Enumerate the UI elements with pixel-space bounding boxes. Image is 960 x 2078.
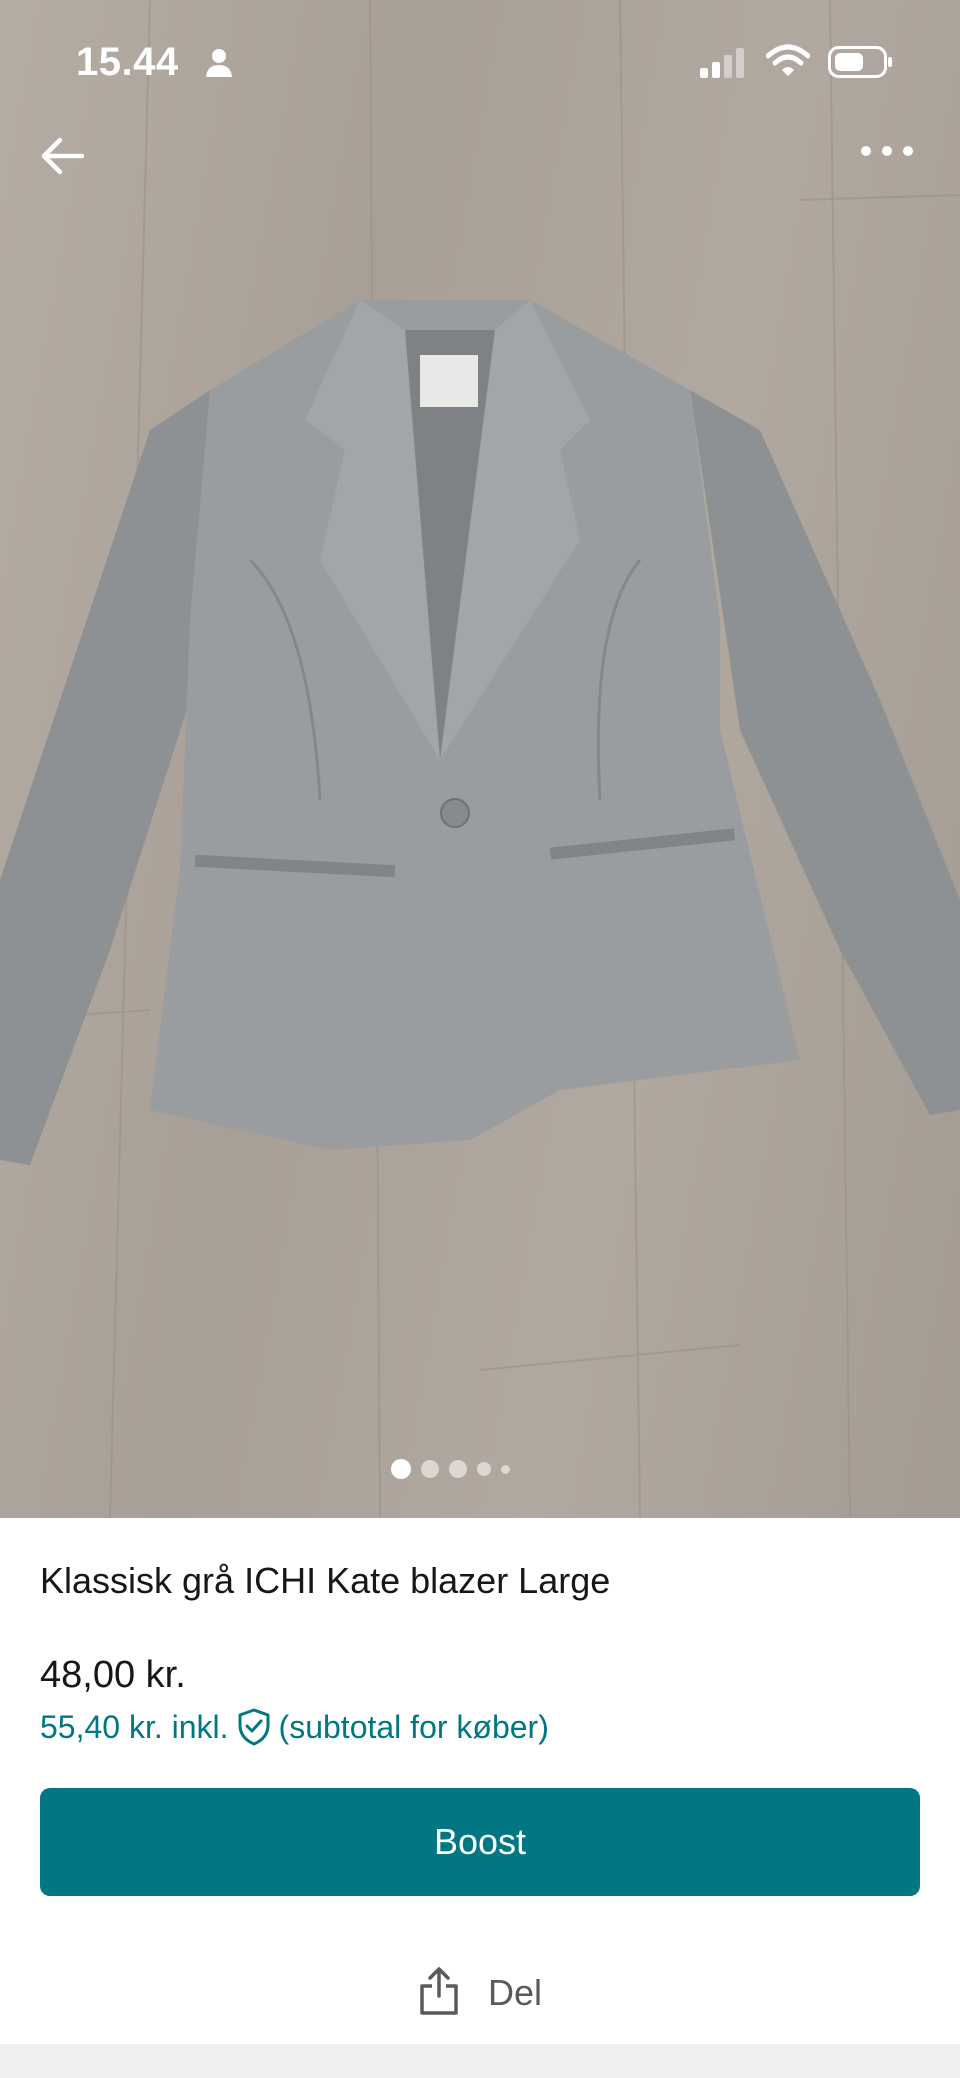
price-incl-protection[interactable]: 55,40 kr. inkl. (subtotal for køber) (40, 1708, 549, 1746)
item-title: Klassisk grå ICHI Kate blazer Large (40, 1560, 611, 1601)
status-bar: 15.44 (0, 0, 960, 110)
price-incl-suffix: (subtotal for køber) (278, 1708, 549, 1745)
share-icon (418, 1966, 460, 2021)
boost-button[interactable]: Boost (40, 1788, 920, 1896)
share-button[interactable]: Del (0, 1958, 960, 2028)
price-incl-value: 55,40 kr. inkl. (40, 1708, 229, 1745)
pager-dot-5[interactable] (500, 1464, 510, 1474)
product-photo[interactable]: 15.44 (0, 0, 960, 1518)
more-horizontal-icon (861, 146, 913, 156)
blazer-photo-illustration (0, 0, 960, 1518)
shield-check-icon (237, 1708, 271, 1746)
item-price: 48,00 kr. (40, 1654, 186, 1696)
bottom-strip (0, 2044, 960, 2078)
status-time: 15.44 (76, 40, 179, 84)
share-label: Del (487, 1972, 543, 2013)
pager-dot-1[interactable] (390, 1459, 411, 1479)
pager-dot-3[interactable] (448, 1460, 467, 1478)
more-options-button[interactable] (860, 145, 920, 193)
arrow-left-icon (41, 137, 84, 175)
pager-dot-4[interactable] (476, 1462, 491, 1476)
pager-dot-2[interactable] (420, 1460, 439, 1478)
back-button[interactable] (40, 136, 96, 192)
gallery-pager[interactable] (0, 1457, 930, 1481)
